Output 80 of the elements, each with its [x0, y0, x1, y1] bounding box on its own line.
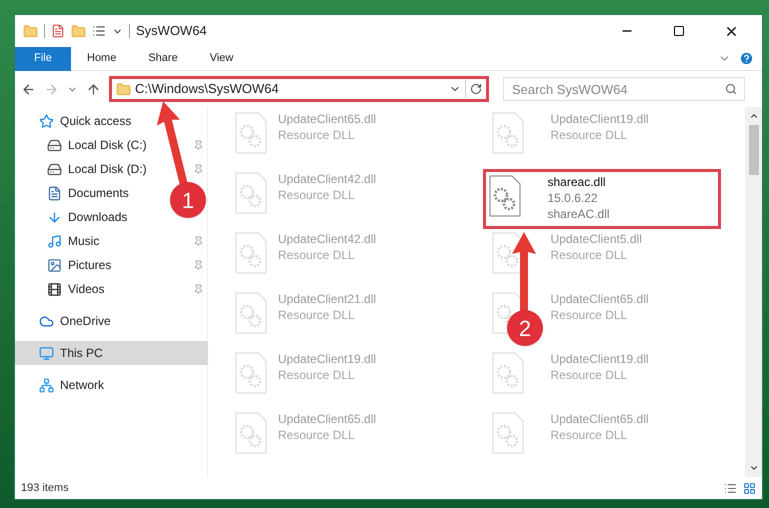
file-name: UpdateClient42.dll: [278, 231, 376, 247]
drive-icon: [47, 138, 62, 152]
file-detail: Resource DLL: [278, 127, 356, 143]
file-gear-icon: [234, 291, 268, 335]
file-gear-icon: [490, 111, 524, 155]
network-icon: [39, 378, 54, 392]
sidebar-item[interactable]: Pictures: [47, 253, 118, 277]
file-name: UpdateClient21.dll: [278, 291, 376, 307]
sidebar-item[interactable]: Quick access: [15, 109, 208, 133]
ribbon-tab[interactable]: Home: [71, 46, 132, 70]
sidebar-item[interactable]: OneDrive: [15, 309, 208, 333]
back-icon[interactable]: [21, 82, 36, 96]
large-icons-view-icon[interactable]: [743, 482, 756, 494]
address-bar[interactable]: C:\Windows\SysWOW64: [109, 76, 489, 102]
file-detail: Resource DLL: [278, 367, 356, 383]
file-detail: Resource DLL: [278, 187, 356, 203]
address-path: C:\Windows\SysWOW64: [135, 80, 280, 98]
file-gear-icon: [488, 174, 522, 218]
file-name: UpdateClient19.dll: [278, 351, 376, 367]
cloud-icon: [39, 314, 54, 328]
search-field[interactable]: Search SysWOW64: [503, 77, 745, 101]
file-detail: Resource DLL: [550, 427, 628, 443]
file-item[interactable]: shareac.dll 15.0.6.22 shareAC.dll: [482, 169, 720, 229]
file-gear-icon: [490, 411, 524, 455]
file-name: UpdateClient42.dll: [278, 171, 376, 187]
file-name: UpdateClient19.dll: [550, 111, 649, 127]
item-count: 193 items: [21, 480, 70, 496]
file-gear-icon: [234, 171, 268, 215]
ribbon-tab[interactable]: File: [15, 46, 71, 70]
ribbon-tab[interactable]: Share: [132, 46, 194, 70]
monitor-icon: [39, 346, 54, 360]
sidebar-item[interactable]: Documents: [47, 181, 135, 205]
image-icon: [47, 258, 62, 272]
sidebar-item[interactable]: This PC: [15, 341, 208, 365]
file-gear-icon: [234, 351, 268, 395]
details-view-icon[interactable]: [724, 482, 737, 494]
file-detail: Resource DLL: [278, 247, 356, 263]
file-detail: Resource DLL: [550, 127, 628, 143]
folder-icon: [116, 82, 131, 96]
file-gear-icon: [234, 411, 268, 455]
maximize-icon: [673, 25, 685, 37]
file-name: UpdateClient65.dll: [550, 411, 649, 427]
file-name: UpdateClient65.dll: [278, 111, 376, 127]
file-detail: Resource DLL: [550, 307, 628, 323]
refresh-icon[interactable]: [470, 83, 482, 95]
file-detail: shareAC.dll: [548, 206, 610, 222]
film-icon: [47, 282, 62, 296]
file-detail: Resource DLL: [550, 247, 628, 263]
file-name: UpdateClient65.dll: [278, 411, 376, 427]
help-icon[interactable]: [739, 51, 754, 66]
list-icon[interactable]: [92, 24, 106, 38]
scrollbar-thumb[interactable]: [748, 125, 758, 175]
file-detail: 15.0.6.22: [548, 190, 599, 206]
ribbon-tab[interactable]: View: [194, 46, 250, 70]
music-note-icon: [47, 234, 62, 248]
download-icon: [47, 210, 62, 224]
star-icon: [39, 114, 54, 128]
file-detail: Resource DLL: [278, 427, 356, 443]
file-name: UpdateClient5.dll: [550, 231, 642, 247]
sidebar-item[interactable]: Network: [15, 373, 208, 397]
sidebar-item[interactable]: Videos: [47, 277, 110, 301]
sidebar-item[interactable]: Music: [47, 229, 106, 253]
file-name: UpdateClient65.dll: [550, 291, 649, 307]
file-name: UpdateClient19.dll: [550, 351, 649, 367]
scrollbar[interactable]: [745, 107, 762, 477]
window-title: SysWOW64: [136, 22, 208, 40]
drive-icon: [47, 162, 62, 176]
sidebar-item[interactable]: Downloads: [47, 205, 134, 229]
file-gear-icon: [490, 351, 524, 395]
sidebar-item[interactable]: Local Disk (C:): [47, 133, 153, 157]
properties-icon[interactable]: [51, 24, 65, 38]
file-detail: Resource DLL: [550, 367, 628, 383]
file-gear-icon: [234, 231, 268, 275]
file-detail: Resource DLL: [278, 307, 356, 323]
file-name: shareac.dll: [548, 174, 607, 190]
file-gear-icon: [234, 111, 268, 155]
document-icon: [47, 186, 62, 200]
sidebar-item[interactable]: Local Disk (D:): [47, 157, 153, 181]
search-icon: [725, 83, 737, 95]
up-icon[interactable]: [86, 82, 101, 96]
